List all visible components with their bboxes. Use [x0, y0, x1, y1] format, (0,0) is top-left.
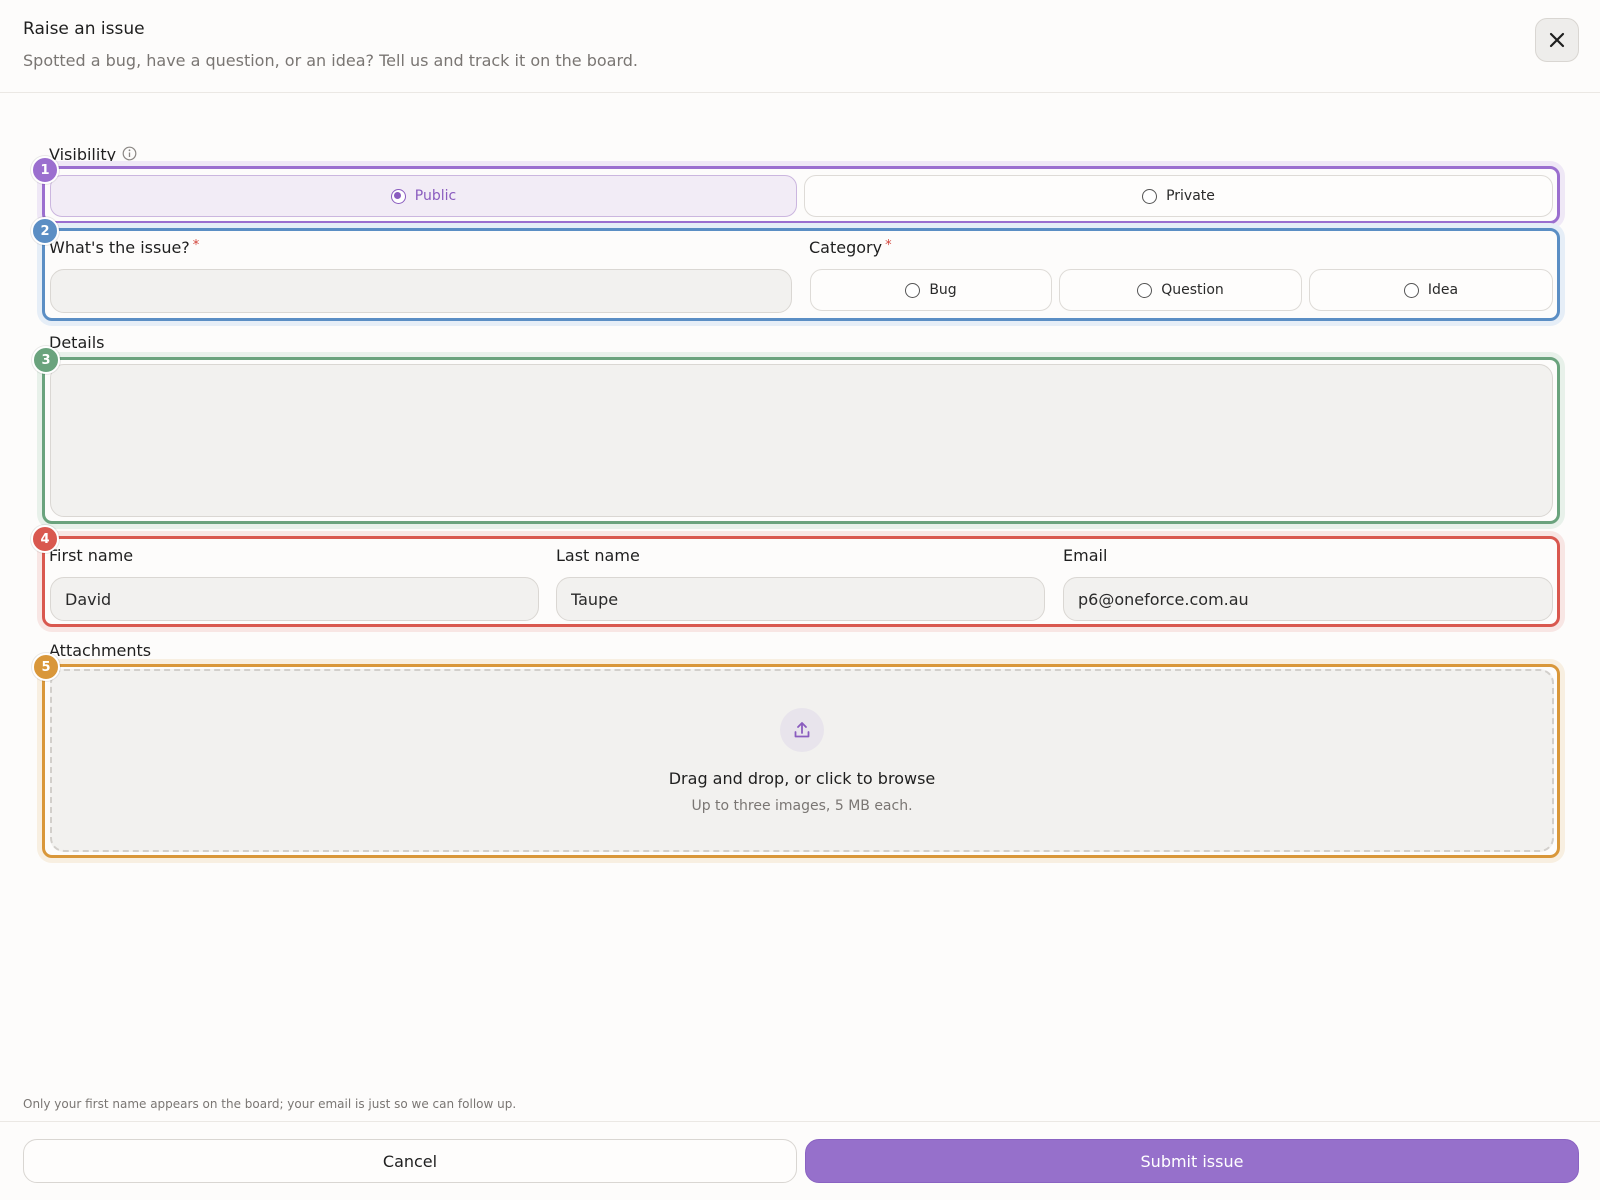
category-label: Category * [809, 238, 892, 257]
visibility-option-private[interactable]: Private [804, 175, 1553, 217]
first-name-label: First name [49, 546, 134, 565]
details-label: Details [49, 333, 105, 352]
issue-label-text: What's the issue? [49, 238, 190, 257]
dialog-header: Raise an issue Spotted a bug, have a que… [0, 0, 1600, 93]
upload-icon [794, 722, 810, 738]
category-option-idea[interactable]: Idea [1309, 269, 1553, 311]
details-textarea[interactable] [50, 364, 1553, 517]
visibility-label: Visibility [49, 145, 137, 165]
visibility-label-text: Visibility [49, 145, 117, 164]
issue-label: What's the issue? * [49, 238, 199, 257]
category-option-label: Bug [929, 282, 957, 298]
footer-divider [0, 1121, 1600, 1122]
category-label-text: Category [809, 238, 883, 257]
visibility-option-label: Private [1166, 188, 1215, 204]
radio-icon [1403, 282, 1419, 298]
visibility-option-label: Public [414, 188, 457, 204]
dialog-subtitle: Spotted a bug, have a question, or an id… [23, 51, 638, 70]
email-input[interactable] [1063, 577, 1553, 621]
close-button[interactable] [1535, 18, 1579, 62]
close-icon [1549, 32, 1565, 48]
required-mark: * [192, 238, 200, 253]
submit-issue-button[interactable]: Submit issue [805, 1139, 1579, 1183]
dropzone-hint: Up to three images, 5 MB each. [691, 798, 913, 814]
radio-icon [905, 282, 921, 298]
annotation-badge-4: 4 [31, 525, 59, 553]
first-name-input[interactable] [50, 577, 539, 621]
privacy-note: Only your first name appears on the boar… [23, 1097, 517, 1111]
category-option-label: Question [1161, 282, 1224, 298]
dropzone-title: Drag and drop, or click to browse [668, 769, 936, 788]
last-name-label: Last name [556, 546, 640, 565]
category-option-bug[interactable]: Bug [810, 269, 1052, 311]
info-icon[interactable] [122, 146, 137, 165]
visibility-option-public[interactable]: Public [50, 175, 797, 217]
upload-icon-circle [780, 708, 824, 752]
cancel-button[interactable]: Cancel [23, 1139, 797, 1183]
category-option-question[interactable]: Question [1059, 269, 1302, 311]
email-label: Email [1063, 546, 1108, 565]
radio-selected-icon [390, 188, 406, 204]
last-name-input[interactable] [556, 577, 1045, 621]
annotation-badge-5: 5 [32, 653, 60, 681]
required-mark: * [885, 238, 892, 253]
attachments-label: Attachments [49, 641, 152, 660]
radio-icon [1142, 188, 1158, 204]
issue-title-input[interactable] [50, 269, 792, 313]
annotation-badge-2: 2 [31, 217, 59, 245]
annotation-badge-1: 1 [31, 156, 59, 184]
attachment-dropzone[interactable]: Drag and drop, or click to browse Up to … [50, 669, 1554, 852]
radio-icon [1137, 282, 1153, 298]
category-option-label: Idea [1427, 282, 1459, 298]
raise-issue-dialog: Raise an issue Spotted a bug, have a que… [0, 0, 1600, 1200]
dialog-title: Raise an issue [23, 19, 145, 39]
annotation-badge-3: 3 [32, 346, 60, 374]
